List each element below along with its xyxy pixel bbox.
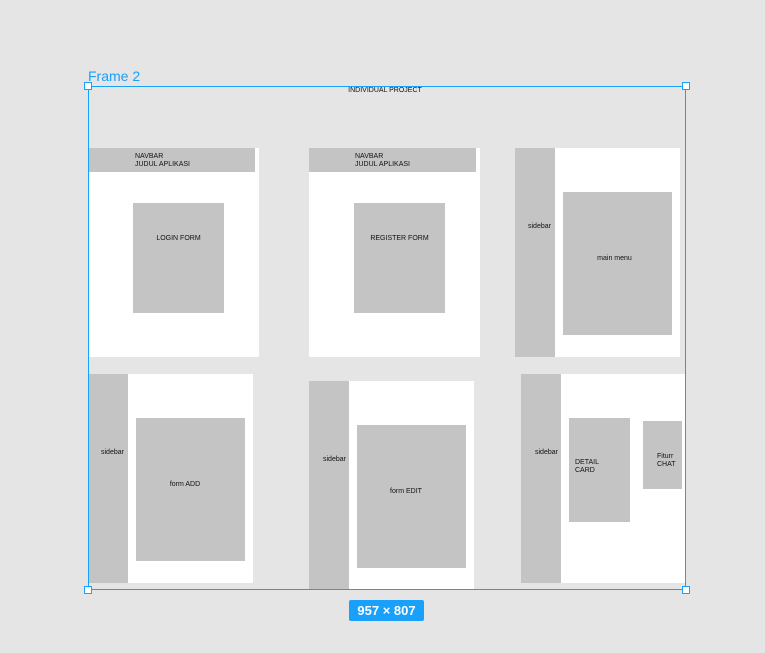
frame-size-badge: 957 × 807	[349, 600, 424, 621]
resize-handle-top-left[interactable]	[84, 82, 92, 90]
frame-selection-outline	[88, 86, 686, 590]
frame-name-label[interactable]: Frame 2	[88, 68, 140, 84]
resize-handle-bottom-left[interactable]	[84, 586, 92, 594]
resize-handle-top-right[interactable]	[682, 82, 690, 90]
resize-handle-bottom-right[interactable]	[682, 586, 690, 594]
